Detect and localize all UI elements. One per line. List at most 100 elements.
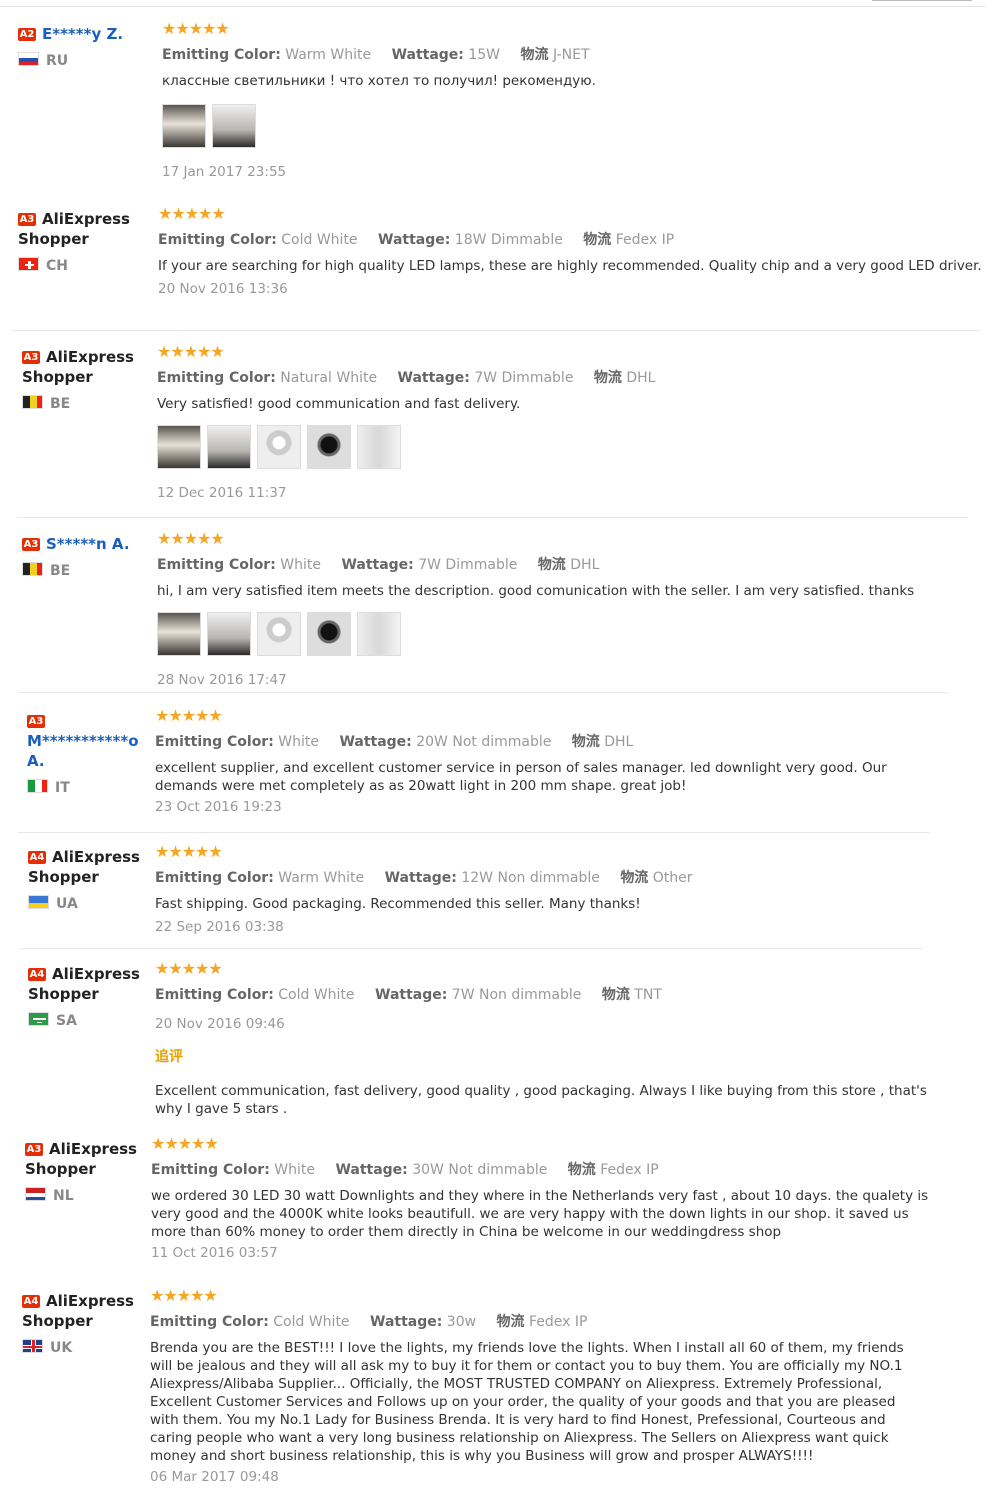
wattage-value: 7W Dimmable	[418, 557, 518, 573]
reviewer-info: A4 AliExpress Shopper SA	[28, 964, 153, 1029]
wattage-value: 7W Dimmable	[474, 370, 574, 386]
country-code: BE	[50, 396, 71, 412]
shipping-value: TNT	[634, 987, 662, 1003]
reviewer-level-badge: A3	[27, 715, 45, 728]
wattage-label: Wattage:	[397, 370, 470, 386]
country-code: CH	[46, 258, 68, 274]
color-value: Cold White	[273, 1314, 350, 1330]
review-text: Fast shipping. Good packaging. Recommend…	[155, 896, 641, 912]
review-photo-thumbnail[interactable]	[162, 104, 206, 148]
country-code: UK	[50, 1340, 73, 1356]
shipping-label: 物流	[583, 232, 612, 248]
review-body: ★★★★★ Emitting Color: Cold White Wattage…	[155, 960, 935, 1118]
color-label: Emitting Color:	[157, 370, 276, 386]
star-rating: ★★★★★	[157, 342, 225, 361]
star-rating: ★★★★★	[158, 204, 226, 223]
reviewer-info: A3 M***********o A. IT	[27, 711, 152, 796]
reviewer-name[interactable]: S*****n A.	[46, 535, 130, 553]
review-divider	[18, 832, 930, 833]
country-flag-icon	[28, 895, 49, 909]
review-photos	[157, 612, 957, 658]
review-divider	[18, 692, 948, 693]
star-rating: ★★★★★	[155, 959, 223, 978]
reviewer-info: A4 AliExpress Shopper UA	[28, 847, 153, 912]
country-code: NL	[53, 1188, 74, 1204]
review-photo-thumbnail[interactable]	[307, 612, 351, 656]
wattage-value: 30w	[446, 1314, 477, 1330]
reviewer-info: A3 AliExpress Shopper NL	[25, 1139, 150, 1204]
review-body: ★★★★★ Emitting Color: Natural White Watt…	[157, 343, 967, 501]
review-photo-thumbnail[interactable]	[157, 425, 201, 469]
review-body: ★★★★★ Emitting Color: Cold White Wattage…	[150, 1287, 925, 1486]
country-code: UA	[56, 896, 78, 912]
review-photo-thumbnail[interactable]	[307, 425, 351, 469]
reviewer-country: CH	[18, 257, 143, 274]
reviewer-name[interactable]: M***********o A.	[27, 732, 139, 770]
product-attributes: Emitting Color: Natural White Wattage: 7…	[157, 367, 967, 387]
country-code: IT	[55, 780, 70, 796]
color-label: Emitting Color:	[162, 47, 281, 63]
review-divider	[20, 948, 922, 949]
product-attributes: Emitting Color: Cold White Wattage: 30w …	[150, 1311, 925, 1331]
country-flag-icon	[18, 257, 39, 271]
review-text: If your are searching for high quality L…	[158, 258, 982, 274]
wattage-value: 30W Not dimmable	[412, 1162, 548, 1178]
reviewer-info: A4 AliExpress Shopper UK	[22, 1291, 147, 1356]
wattage-label: Wattage:	[378, 232, 451, 248]
wattage-value: 15W	[468, 47, 501, 63]
color-value: Cold White	[281, 232, 358, 248]
follow-up-text: Excellent communication, fast delivery, …	[155, 1083, 927, 1117]
wattage-label: Wattage:	[341, 557, 414, 573]
product-attributes: Emitting Color: Warm White Wattage: 12W …	[155, 867, 935, 887]
color-value: White	[278, 734, 319, 750]
reviewer-country: BE	[22, 562, 147, 579]
shipping-label: 物流	[601, 987, 630, 1003]
country-code: BE	[50, 563, 71, 579]
color-value: Warm White	[278, 870, 365, 886]
country-flag-icon	[28, 1012, 49, 1026]
review-photo-thumbnail[interactable]	[257, 425, 301, 469]
wattage-label: Wattage:	[370, 1314, 443, 1330]
product-attributes: Emitting Color: Warm White Wattage: 15W …	[162, 44, 992, 64]
reviewer-country: UK	[22, 1339, 147, 1356]
review-photo-thumbnail[interactable]	[207, 612, 251, 656]
wattage-label: Wattage:	[384, 870, 457, 886]
country-flag-icon	[25, 1187, 46, 1201]
review-body: ★★★★★ Emitting Color: White Wattage: 30W…	[151, 1135, 941, 1262]
color-label: Emitting Color:	[155, 987, 274, 1003]
star-rating: ★★★★★	[155, 842, 223, 861]
reviewer-level-badge: A3	[22, 538, 40, 551]
review-body: ★★★★★ Emitting Color: White Wattage: 7W …	[157, 530, 957, 688]
review-date: 12 Dec 2016 11:37	[157, 485, 287, 501]
color-label: Emitting Color:	[157, 557, 276, 573]
reviewer-name[interactable]: E*****y Z.	[42, 25, 123, 43]
review-date: 20 Nov 2016 13:36	[158, 281, 288, 297]
shipping-value: Fedex IP	[528, 1314, 588, 1330]
reviewer-country: IT	[27, 779, 152, 796]
review-photo-thumbnail[interactable]	[357, 425, 401, 469]
wattage-label: Wattage:	[375, 987, 448, 1003]
review-photo-thumbnail[interactable]	[157, 612, 201, 656]
reviewer-country: BE	[22, 395, 147, 412]
shipping-value: DHL	[626, 370, 656, 386]
product-attributes: Emitting Color: White Wattage: 7W Dimmab…	[157, 554, 957, 574]
country-flag-icon	[22, 562, 43, 576]
shipping-value: DHL	[570, 557, 600, 573]
wattage-value: 18W Dimmable	[454, 232, 563, 248]
review-photo-thumbnail[interactable]	[257, 612, 301, 656]
reviewer-level-badge: A4	[22, 1295, 40, 1308]
review-photo-thumbnail[interactable]	[357, 612, 401, 656]
top-separator	[0, 6, 985, 7]
reviewer-country: NL	[25, 1187, 150, 1204]
star-rating: ★★★★★	[162, 19, 230, 38]
follow-up-label: 追评	[155, 1049, 183, 1065]
shipping-label: 物流	[620, 870, 649, 886]
reviewer-info: A2 E*****y Z. RU	[18, 24, 143, 69]
reviewer-level-badge: A3	[25, 1143, 43, 1156]
review-photo-thumbnail[interactable]	[207, 425, 251, 469]
review-body: ★★★★★ Emitting Color: White Wattage: 20W…	[155, 707, 945, 816]
review-date: 28 Nov 2016 17:47	[157, 672, 287, 688]
wattage-label: Wattage:	[391, 47, 464, 63]
review-date: 23 Oct 2016 19:23	[155, 799, 282, 815]
review-photo-thumbnail[interactable]	[212, 104, 256, 148]
